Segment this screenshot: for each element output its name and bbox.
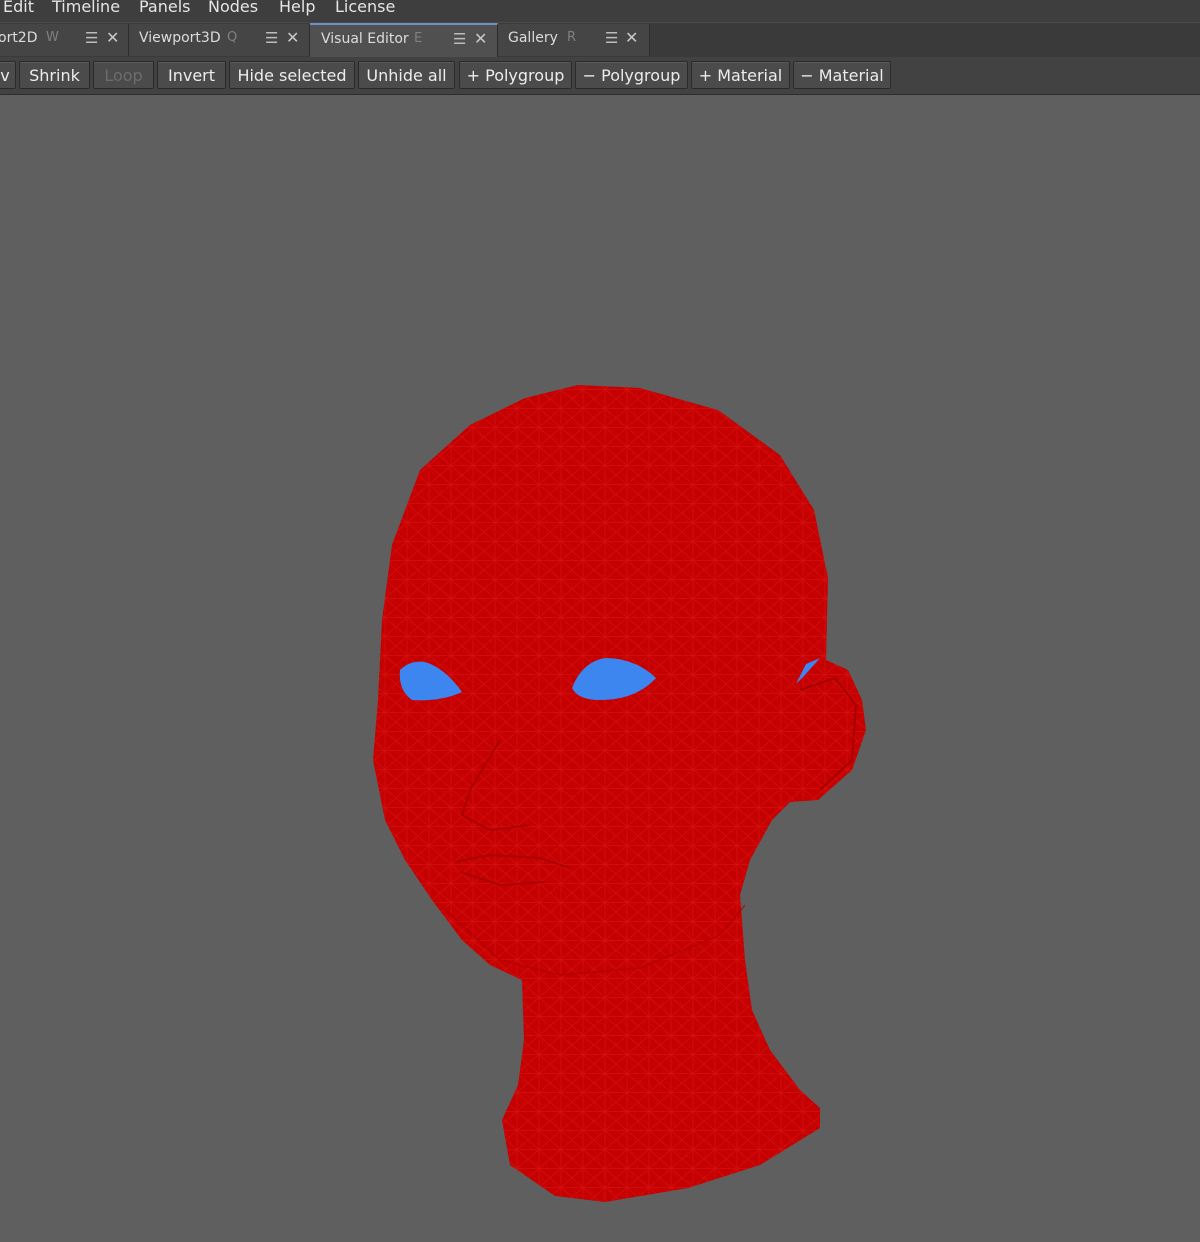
tab-label: Viewport3D bbox=[139, 30, 221, 46]
tab-shortcut-key: E bbox=[414, 31, 423, 46]
menu-license[interactable]: License bbox=[335, 0, 395, 17]
head-mesh[interactable] bbox=[373, 385, 866, 1202]
tab-menu-icon[interactable]: ☰ bbox=[85, 29, 98, 47]
viewport-canvas[interactable] bbox=[0, 95, 1200, 1238]
menu-help[interactable]: Help bbox=[279, 0, 315, 17]
menu-bar: Edit Timeline Panels Nodes Help License bbox=[0, 0, 1200, 23]
loop-button: Loop bbox=[93, 61, 154, 89]
tab-shortcut-key: R bbox=[567, 30, 577, 45]
menu-timeline[interactable]: Timeline bbox=[52, 0, 120, 17]
head-mesh-wire-fine bbox=[373, 385, 866, 1202]
remove-material-button[interactable]: − Material bbox=[793, 61, 891, 89]
tab-menu-icon[interactable]: ☰ bbox=[453, 30, 466, 48]
tab-shortcut-key: Q bbox=[227, 30, 238, 45]
tab-close-icon[interactable]: ✕ bbox=[286, 28, 299, 47]
cut-off-button[interactable]: v bbox=[0, 61, 16, 89]
tab-menu-icon[interactable]: ☰ bbox=[265, 29, 278, 47]
hide-selected-button[interactable]: Hide selected bbox=[229, 61, 355, 89]
menu-nodes[interactable]: Nodes bbox=[208, 0, 258, 17]
shrink-button[interactable]: Shrink bbox=[19, 61, 90, 89]
tab-close-icon[interactable]: ✕ bbox=[625, 28, 638, 47]
3d-viewport[interactable] bbox=[0, 95, 1200, 1238]
tab-viewport3d[interactable]: Viewport3D Q ☰ ✕ bbox=[129, 24, 310, 56]
menu-panels[interactable]: Panels bbox=[139, 0, 191, 17]
panel-tab-bar: ort2D W ☰ ✕ Viewport3D Q ☰ ✕ Visual Edit… bbox=[0, 22, 1200, 58]
selection-toolbar: v Shrink Loop Invert Hide selected Unhid… bbox=[0, 57, 1200, 95]
tab-close-icon[interactable]: ✕ bbox=[474, 29, 487, 48]
add-polygroup-button[interactable]: + Polygroup bbox=[459, 61, 572, 89]
tab-gallery[interactable]: Gallery R ☰ ✕ bbox=[498, 24, 650, 56]
tab-menu-icon[interactable]: ☰ bbox=[605, 29, 618, 47]
add-material-button[interactable]: + Material bbox=[691, 61, 790, 89]
menu-edit[interactable]: Edit bbox=[3, 0, 34, 17]
unhide-all-button[interactable]: Unhide all bbox=[358, 61, 455, 89]
tab-close-icon[interactable]: ✕ bbox=[106, 28, 119, 47]
tab-shortcut-key: W bbox=[46, 30, 59, 45]
tab-visual-editor[interactable]: Visual Editor E ☰ ✕ bbox=[310, 23, 498, 58]
tab-label: ort2D bbox=[0, 30, 38, 46]
invert-button[interactable]: Invert bbox=[157, 61, 226, 89]
tab-viewport2d[interactable]: ort2D W ☰ ✕ bbox=[0, 24, 129, 56]
remove-polygroup-button[interactable]: − Polygroup bbox=[575, 61, 688, 89]
tab-label: Visual Editor bbox=[321, 31, 409, 47]
tab-label: Gallery bbox=[508, 30, 558, 46]
